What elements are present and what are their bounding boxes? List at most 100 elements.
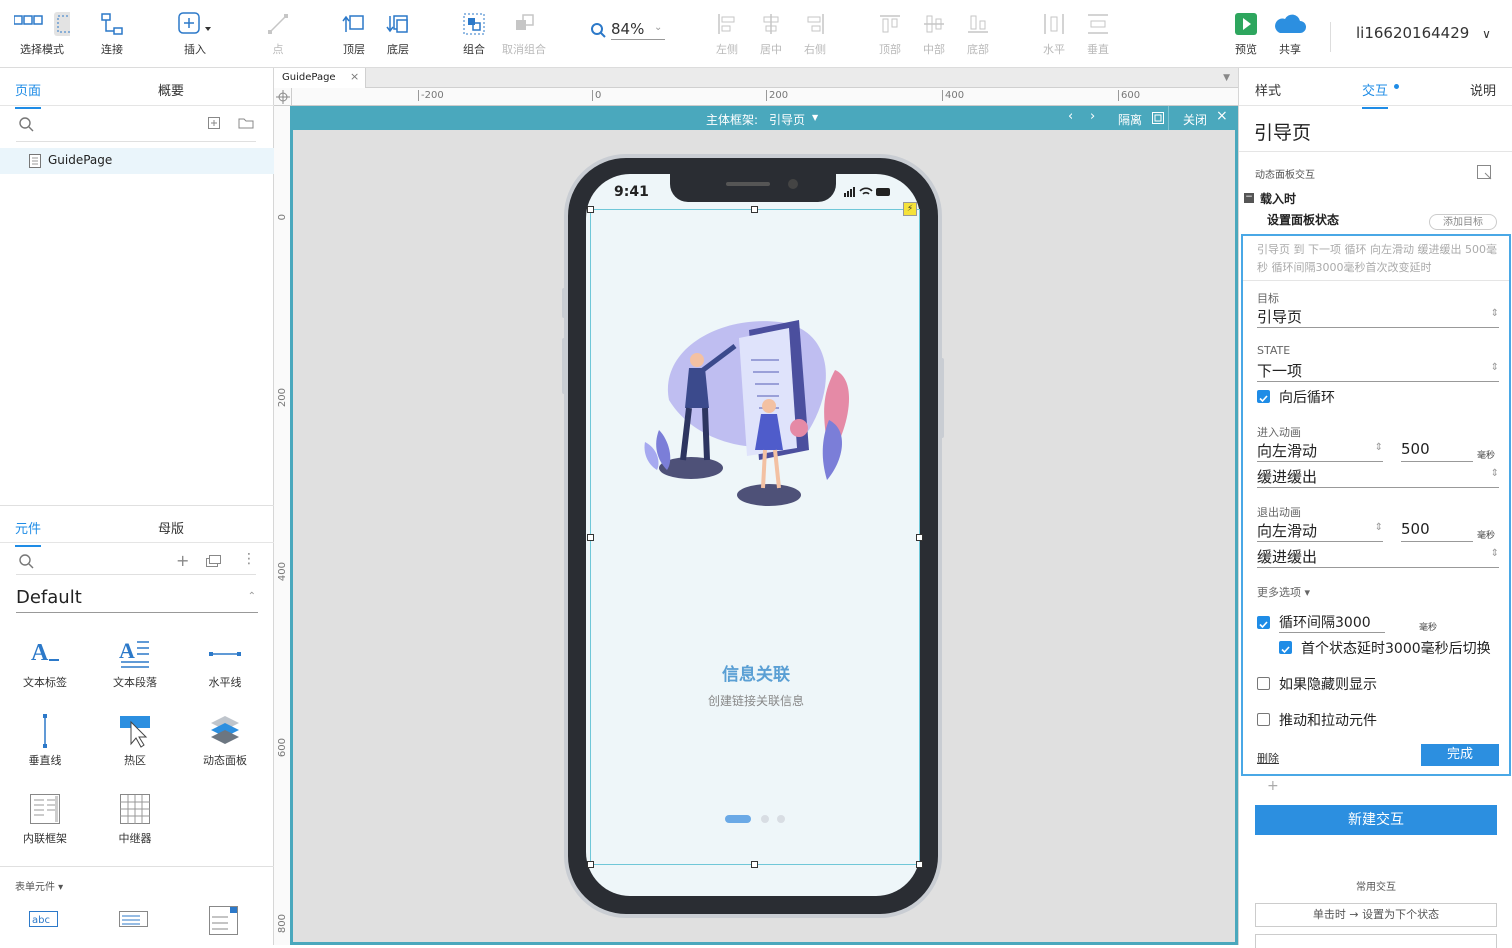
frame-title-value[interactable]: 引导页: [769, 111, 805, 128]
delete-link[interactable]: 删除: [1257, 750, 1279, 766]
new-interaction-button[interactable]: 新建交互: [1255, 805, 1497, 835]
widget-text-paragraph[interactable]: A 文本段落: [96, 638, 174, 698]
library-select[interactable]: Default ⌃: [16, 587, 258, 613]
widget-repeater[interactable]: 中继器: [96, 792, 174, 852]
canvas-area[interactable]: GuidePage × ▼ -200 0 200 400 600 0 200 4…: [274, 68, 1238, 945]
done-button[interactable]: 完成: [1421, 744, 1499, 766]
tab-style[interactable]: 样式: [1255, 80, 1281, 99]
insert-button[interactable]: 插入: [167, 8, 223, 60]
wrap-checkbox[interactable]: [1257, 390, 1270, 403]
guide-illustration: [644, 320, 850, 506]
add-case-icon[interactable]: +: [1267, 778, 1279, 794]
share-button[interactable]: 共享: [1262, 8, 1318, 60]
group-button[interactable]: 组合: [446, 8, 502, 60]
page-item-guidepage[interactable]: GuidePage: [0, 148, 274, 174]
text-area-widget-icon[interactable]: [118, 908, 150, 934]
tab-masters[interactable]: 母版: [158, 518, 184, 537]
search-icon[interactable]: [18, 553, 34, 569]
distribute-vertical-button[interactable]: 垂直: [1070, 8, 1126, 60]
tab-widgets[interactable]: 元件: [15, 518, 42, 547]
widget-search-bar: + ⋮: [16, 551, 256, 575]
push-pull-label: 推动和拉动元件: [1279, 713, 1377, 729]
droplist-widget-icon[interactable]: [208, 904, 240, 940]
action-set-panel-state[interactable]: 设置面板状态: [1267, 211, 1339, 228]
library-value: Default: [16, 587, 82, 608]
select-mode-button[interactable]: 选择模式: [13, 8, 78, 60]
tab-list-chevron-icon[interactable]: ▼: [1223, 73, 1230, 83]
first-delay-checkbox[interactable]: [1279, 641, 1292, 654]
prev-state-icon[interactable]: ‹: [1068, 109, 1073, 124]
common-interactions-title: 常用交互: [1356, 882, 1396, 893]
push-pull-checkbox[interactable]: [1257, 713, 1270, 726]
loop-interval-input[interactable]: 循环间隔3000: [1279, 612, 1385, 633]
ungroup-button[interactable]: 取消组合: [496, 8, 552, 60]
text-field-widget-icon[interactable]: abc: [28, 908, 60, 934]
collapse-event-icon[interactable]: −: [1244, 193, 1254, 203]
interaction-badge-icon[interactable]: ⚡: [903, 202, 917, 216]
ruler-origin-icon[interactable]: [274, 88, 292, 106]
exit-easing-select[interactable]: 缓进缓出 ⇕: [1257, 546, 1499, 568]
library-icon[interactable]: [206, 555, 222, 567]
widget-vertical-line[interactable]: 垂直线: [6, 714, 84, 774]
close-icon[interactable]: ×: [1216, 108, 1228, 124]
isolate-icon[interactable]: [1152, 112, 1164, 124]
tab-outline[interactable]: 概要: [158, 80, 184, 99]
document-tabbar: GuidePage × ▼: [274, 68, 1238, 88]
target-select[interactable]: 引导页 ⇕: [1257, 306, 1499, 328]
widget-inline-frame[interactable]: 内联框架: [6, 792, 84, 852]
close-tab-icon[interactable]: ×: [350, 70, 359, 83]
exit-animation-label: 退出动画: [1257, 506, 1301, 519]
updown-chevron-icon: ⌃: [247, 591, 256, 602]
connect-button[interactable]: 连接: [84, 8, 140, 60]
align-right-button[interactable]: 右侧: [787, 8, 843, 60]
document-tab-guidepage[interactable]: GuidePage ×: [274, 68, 366, 88]
exit-duration-input[interactable]: 500: [1401, 520, 1473, 542]
tab-notes[interactable]: 说明: [1470, 80, 1496, 99]
enter-animation-label: 进入动画: [1257, 426, 1301, 439]
chevron-down-icon: ∨: [1482, 27, 1491, 41]
isolate-button[interactable]: 隔离: [1118, 111, 1142, 128]
target-label: 目标: [1257, 292, 1279, 305]
zoom-select[interactable]: 84% ⌄: [590, 20, 668, 42]
expand-panel-icon[interactable]: [1477, 165, 1493, 181]
add-library-icon[interactable]: +: [176, 551, 189, 570]
user-account-menu[interactable]: li16620164429 ∨: [1356, 24, 1491, 42]
point-button[interactable]: 点: [250, 8, 306, 60]
form-widgets-section[interactable]: 表单元件 ▾: [15, 878, 63, 893]
next-state-icon[interactable]: ›: [1090, 109, 1095, 124]
widget-horizontal-line[interactable]: 水平线: [186, 638, 264, 698]
widget-name[interactable]: 引导页: [1254, 118, 1311, 145]
frame-title-label: 主体框架:: [706, 113, 759, 127]
widget-hotspot[interactable]: 热区: [96, 714, 174, 774]
action-summary: 引导页 到 下一项 循环 向左滑动 缓进缓出 500毫秒 循环间隔3000毫秒首…: [1257, 243, 1497, 274]
tab-pages[interactable]: 页面: [15, 80, 42, 109]
inspector-tabbar: 样式 交互 说明: [1239, 68, 1512, 109]
inline-frame-icon: [30, 794, 60, 824]
add-page-icon[interactable]: [208, 117, 220, 129]
add-target-button[interactable]: 添加目标: [1429, 214, 1497, 230]
send-to-back-button[interactable]: 底层: [370, 8, 426, 60]
more-options-toggle[interactable]: 更多选项 ▾: [1257, 584, 1310, 600]
enter-duration-input[interactable]: 500: [1401, 440, 1473, 462]
close-frame-button[interactable]: 关闭: [1183, 111, 1207, 128]
page-icon: [29, 154, 41, 168]
show-if-hidden-checkbox[interactable]: [1257, 677, 1270, 690]
guide-subline: 创建链接关联信息: [707, 694, 804, 708]
event-onload[interactable]: 载入时: [1260, 190, 1296, 207]
state-select[interactable]: 下一项 ⇕: [1257, 360, 1499, 382]
align-bottom-button[interactable]: 底部: [950, 8, 1006, 60]
exit-animation-select[interactable]: 向左滑动 ⇕: [1257, 520, 1383, 542]
enter-easing-select[interactable]: 缓进缓出 ⇕: [1257, 466, 1499, 488]
common-interaction-item[interactable]: 单击时 → 设置为下个状态: [1255, 903, 1497, 927]
add-folder-icon[interactable]: [238, 117, 254, 129]
tab-interactions[interactable]: 交互: [1362, 80, 1389, 109]
search-icon[interactable]: [18, 116, 34, 132]
widget-text-label[interactable]: A 文本标签: [6, 638, 84, 698]
caret-down-icon[interactable]: ▼: [812, 113, 818, 122]
widget-dynamic-panel[interactable]: 动态面板: [186, 714, 264, 774]
loop-interval-checkbox[interactable]: [1257, 616, 1270, 629]
dynamic-panel-selection[interactable]: ⚡ 信息关联 创建链接关联信息: [587, 202, 923, 868]
more-options-icon[interactable]: ⋮: [242, 551, 256, 567]
enter-animation-select[interactable]: 向左滑动 ⇕: [1257, 440, 1383, 462]
point-icon: [250, 12, 306, 36]
